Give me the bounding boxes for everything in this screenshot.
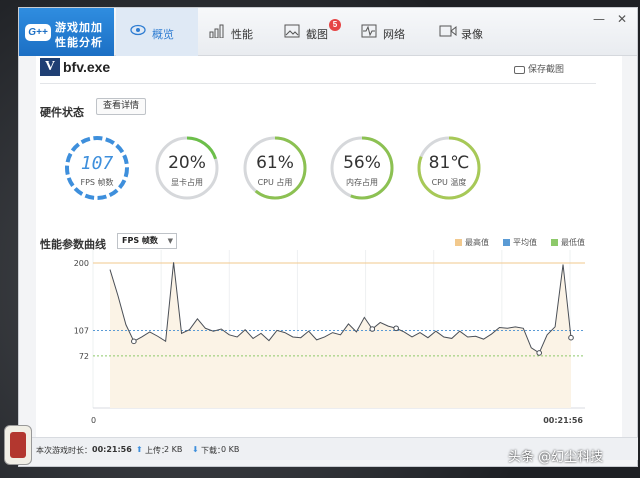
watermark: 头条 @幻尘科技 — [508, 450, 604, 465]
series-marker — [393, 325, 399, 332]
series-marker — [369, 326, 376, 332]
series-marker — [568, 334, 574, 341]
upload-value: 2 KB — [164, 445, 183, 454]
session-duration-value: 00:21:56 — [92, 445, 132, 454]
y-tick-max: 200 — [74, 259, 89, 268]
series-marker — [131, 338, 137, 345]
download-value: 0 KB — [221, 445, 240, 454]
y-tick-avg: 107 — [74, 326, 89, 335]
x-tick-end: 00:21:56 — [543, 416, 583, 425]
y-tick-min: 72 — [79, 352, 89, 361]
download-arrow-icon: ⬇ — [192, 445, 199, 454]
session-duration-label: 本次游戏时长： — [36, 446, 92, 455]
seal-stamp — [10, 432, 26, 458]
seal-logo — [4, 425, 32, 465]
series-marker — [536, 350, 543, 356]
fps-chart: 200 107 72 0 00:21:56 — [74, 250, 585, 425]
upload-arrow-icon: ⬆ — [136, 445, 143, 454]
x-tick-start: 0 — [91, 416, 96, 425]
